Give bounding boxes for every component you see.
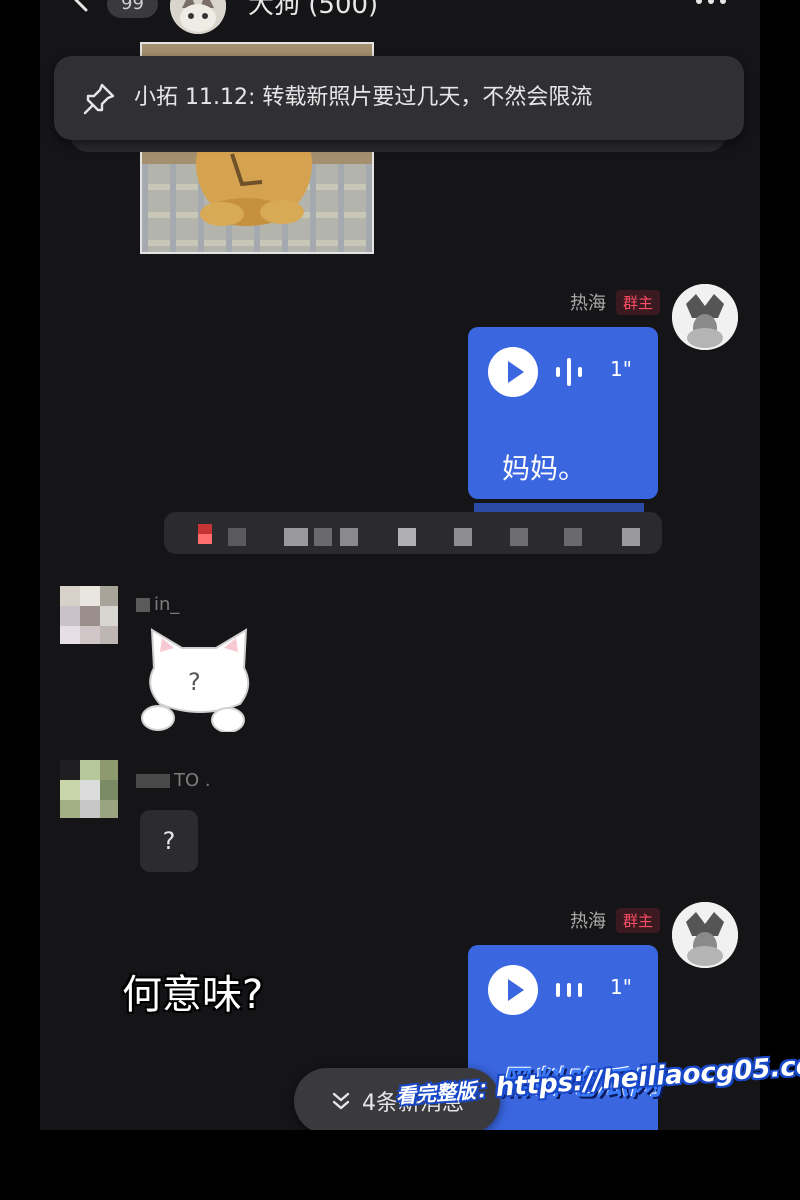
play-button[interactable] <box>488 965 538 1015</box>
group-title: 大狗 (500) <box>248 0 379 20</box>
unread-badge[interactable]: 99 <box>107 0 158 18</box>
sticker-question-glyph: ? <box>188 668 201 696</box>
voice-message[interactable]: 1" 妈妈。 <box>468 327 658 499</box>
sender-name: TO . <box>136 770 211 791</box>
play-icon <box>508 979 524 1001</box>
waveform-icon <box>556 358 582 386</box>
sender-name: in_ <box>136 594 179 615</box>
avatar[interactable] <box>60 586 118 644</box>
pin-icon <box>83 83 115 115</box>
play-icon <box>508 361 524 383</box>
more-icon[interactable] <box>694 0 728 8</box>
sender-line: 热海 群主 <box>570 288 660 316</box>
overlay-caption: 何意味? <box>122 972 264 1018</box>
sender-name: 热海 <box>569 911 606 932</box>
censored-reaction-bar <box>164 512 662 554</box>
avatar[interactable] <box>672 284 738 350</box>
pinned-message-text: 小拓 11.12: 转载新照片要过几天，不然会限流 <box>134 85 593 110</box>
avatar[interactable] <box>672 902 738 968</box>
voice-transcript: 妈妈。 <box>502 452 587 485</box>
sender-name: 热海 <box>569 293 606 314</box>
voice-duration: 1" <box>610 975 632 999</box>
sticker-message[interactable]: ? <box>136 624 262 733</box>
voice-duration: 1" <box>610 357 632 381</box>
watermark-prefix: 看完整版： <box>395 1077 497 1108</box>
play-button[interactable] <box>488 347 538 397</box>
pinned-message-bar[interactable]: 小拓 11.12: 转载新照片要过几天，不然会限流 <box>54 56 744 140</box>
back-chevron-icon[interactable] <box>70 0 94 12</box>
owner-tag: 群主 <box>615 907 660 933</box>
owner-tag: 群主 <box>615 289 660 315</box>
waveform-icon <box>556 983 582 997</box>
chat-screen: 99 大狗 (500) 小拓 11.12: 转载新照片要过几天，不然会限流 热海… <box>40 0 760 1130</box>
avatar[interactable] <box>60 760 118 818</box>
text-message[interactable]: ? <box>140 810 198 872</box>
group-avatar[interactable] <box>170 0 226 34</box>
double-chevron-down-icon <box>332 1092 350 1110</box>
letterbox-bottom <box>0 1130 800 1200</box>
sender-line: 热海 群主 <box>570 906 660 934</box>
